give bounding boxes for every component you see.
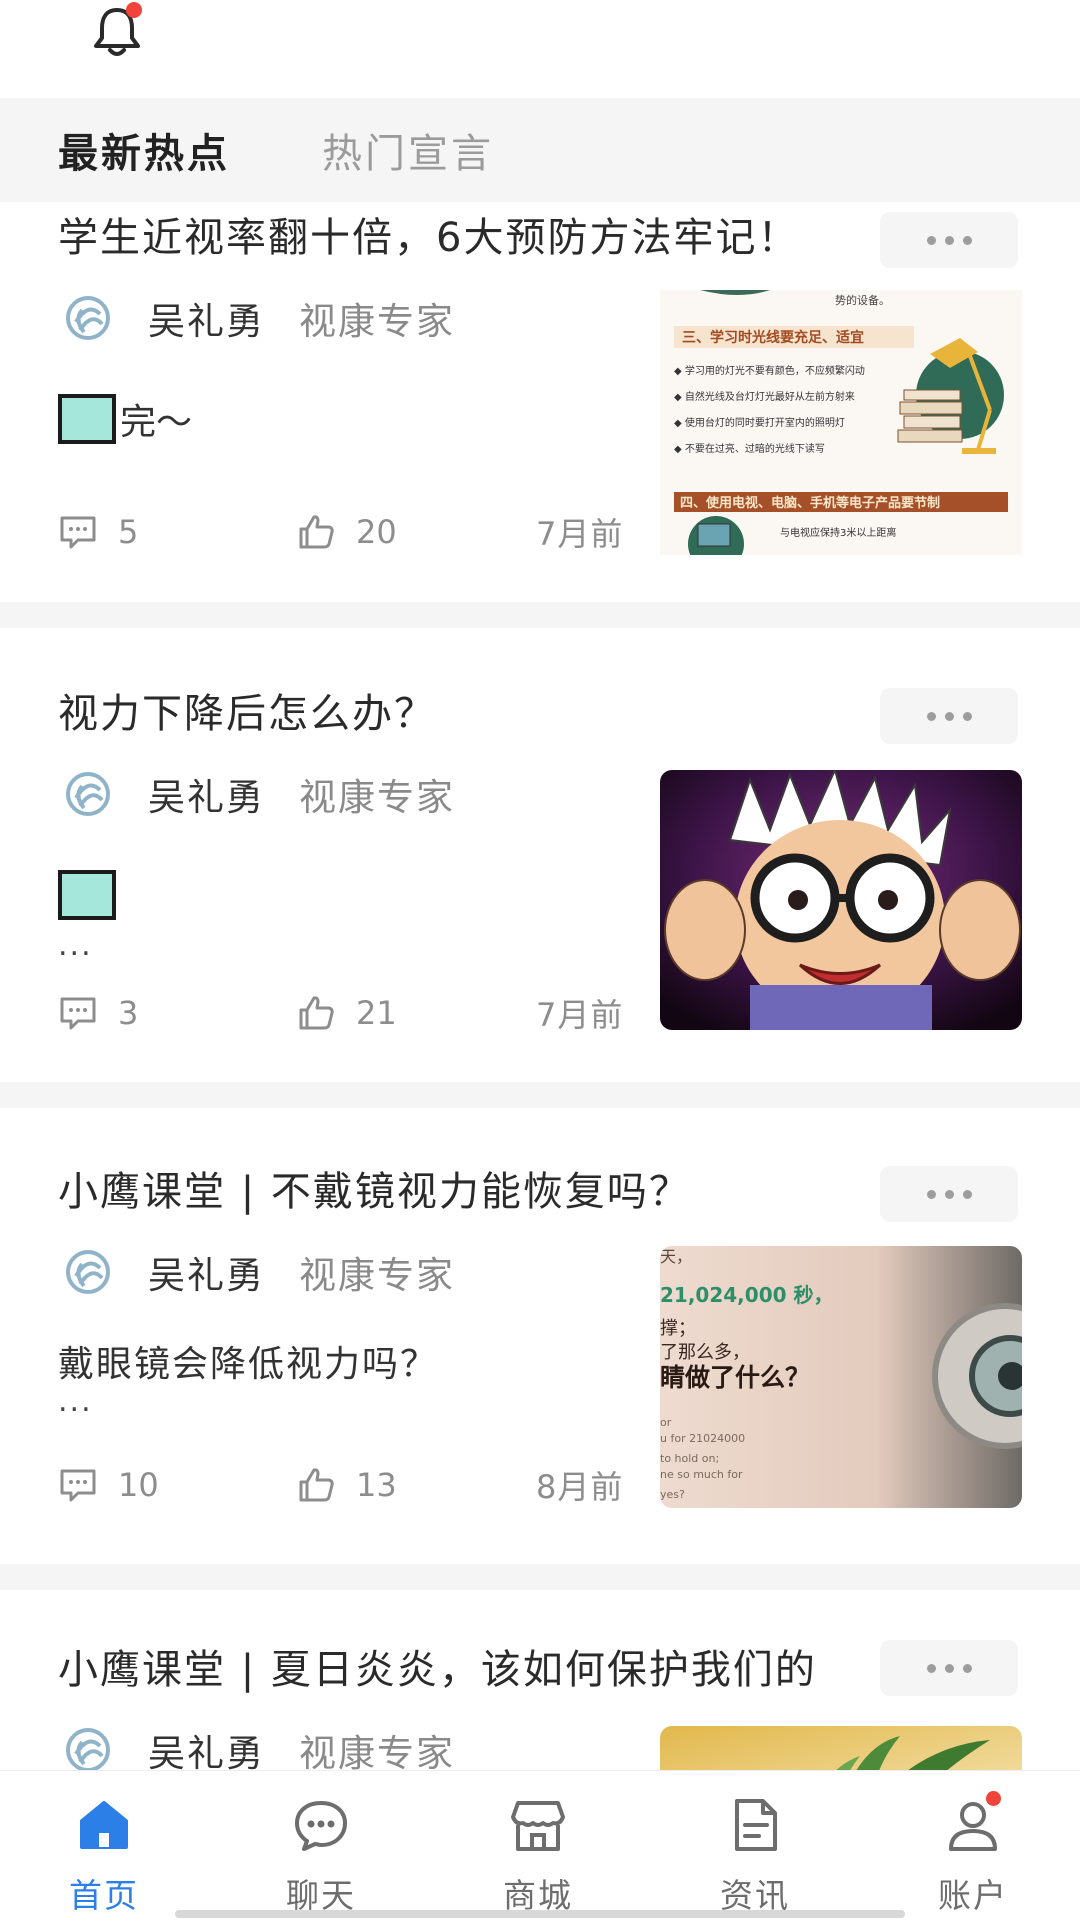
notification-bell-icon[interactable] [86, 0, 148, 62]
comment-count[interactable]: 5 [58, 507, 138, 557]
author-role: 视康专家 [299, 1732, 455, 1770]
excerpt-text: 完～ [120, 402, 193, 443]
account-badge [986, 1791, 1001, 1806]
post-stats: 10 13 8月前 [58, 1460, 638, 1510]
svg-text:or: or [660, 1416, 672, 1429]
svg-text:◆ 自然光线及台灯灯光最好从左前方射来: ◆ 自然光线及台灯灯光最好从左前方射来 [674, 390, 855, 403]
card-separator [0, 602, 1080, 628]
post-card[interactable]: 小鹰课堂 | 不戴镜视力能恢复吗？ 吴礼勇 视康专家 戴眼镜会降低视力吗？ ..… [0, 1108, 1080, 1564]
author-role: 视康专家 [299, 1254, 455, 1297]
notification-badge [126, 2, 142, 18]
card-separator [0, 1082, 1080, 1108]
thumbs-up-icon [299, 996, 334, 1030]
thumbs-up-icon [299, 1468, 334, 1502]
svg-text:◆ 不要在过亮、过暗的光线下读写: ◆ 不要在过亮、过暗的光线下读写 [674, 442, 825, 455]
svg-text:了那么多，: 了那么多， [660, 1342, 750, 1363]
post-thumbnail[interactable] [660, 1726, 1022, 1770]
placeholder-image-square [58, 870, 116, 920]
card-separator [0, 1564, 1080, 1590]
author-row: 吴礼勇 视康专家 [62, 290, 455, 346]
author-avatar-icon [66, 1728, 110, 1770]
svg-text:◆ 使用台灯的同时要打开室内的照明灯: ◆ 使用台灯的同时要打开室内的照明灯 [674, 416, 845, 429]
author-row: 吴礼勇 视康专家 [62, 1244, 455, 1300]
nav-home[interactable]: 首页 [24, 1771, 184, 1920]
author-avatar-icon [66, 772, 110, 816]
author-row: 吴礼勇 视康专家 [62, 766, 455, 822]
author-name[interactable]: 吴礼勇 [148, 1723, 265, 1770]
author-role: 视康专家 [299, 776, 455, 819]
top-bar [0, 0, 1080, 98]
post-thumbnail[interactable]: 势的设备。 三、学习时光线要充足、适宜 ◆ 学习用的灯光不要有颜色，不应频繁闪动… [660, 290, 1022, 555]
post-thumbnail[interactable]: 天， 21,024,000 秒， 撑； 了那么多， 睛做了什么？ or u fo… [660, 1246, 1022, 1508]
more-options-button[interactable] [880, 1166, 1018, 1222]
bottom-navigation: 首页 聊天 商城 资讯 账户 [0, 1770, 1080, 1920]
system-home-indicator[interactable] [175, 1910, 905, 1918]
post-thumbnail[interactable] [660, 770, 1022, 1030]
post-excerpt: 完～ [58, 392, 618, 446]
nav-news[interactable]: 资讯 [675, 1771, 835, 1920]
post-time: 7月前 [536, 996, 624, 1034]
svg-text:三、学习时光线要充足、适宜: 三、学习时光线要充足、适宜 [682, 329, 864, 346]
post-stats: 3 21 7月前 [58, 988, 638, 1038]
more-options-button[interactable] [880, 1640, 1018, 1696]
chat-icon [295, 1801, 347, 1851]
svg-text:ne so much for: ne so much for [660, 1468, 743, 1481]
tab-latest-hot[interactable]: 最新热点 [58, 121, 230, 179]
thumbs-up-icon [299, 515, 334, 549]
author-name[interactable]: 吴礼勇 [148, 1245, 265, 1299]
post-stats: 5 20 7月前 [58, 507, 638, 557]
comment-icon [60, 1469, 96, 1502]
author-row: 吴礼勇 视康专家 [62, 1722, 455, 1770]
excerpt-ellipsis: ... [58, 1384, 93, 1419]
nav-chat[interactable]: 聊天 [241, 1771, 401, 1920]
excerpt-ellipsis: ... [58, 928, 93, 963]
tab-hot-declaration[interactable]: 热门宣言 [322, 121, 494, 179]
post-time: 8月前 [536, 1468, 624, 1506]
nav-store[interactable]: 商城 [458, 1771, 618, 1920]
author-avatar-icon [66, 1250, 110, 1294]
svg-text:u for 21024000: u for 21024000 [660, 1432, 745, 1445]
comment-icon [60, 516, 96, 549]
comment-count[interactable]: 3 [58, 988, 138, 1038]
svg-text:天，: 天， [660, 1247, 692, 1266]
post-time: 7月前 [536, 515, 624, 553]
like-count[interactable]: 20 [296, 507, 397, 557]
post-excerpt [58, 868, 618, 922]
svg-text:◆ 学习用的灯光不要有颜色，不应频繁闪动: ◆ 学习用的灯光不要有颜色，不应频繁闪动 [674, 364, 865, 377]
placeholder-image-square [58, 394, 116, 444]
post-title[interactable]: 视力下降后怎么办？ [58, 684, 888, 744]
post-title[interactable]: 小鹰课堂 | 夏日炎炎，该如何保护我们的 [58, 1640, 878, 1700]
more-options-button[interactable] [880, 688, 1018, 744]
svg-text:睛做了什么？: 睛做了什么？ [660, 1363, 810, 1392]
author-name[interactable]: 吴礼勇 [148, 767, 265, 821]
post-card[interactable]: 学生近视率翻十倍，6大预防方法牢记！ 吴礼勇 视康专家 完～ 5 20 7月前 … [0, 202, 1080, 602]
user-icon-wrapper [943, 1791, 1003, 1855]
post-title[interactable]: 小鹰课堂 | 不戴镜视力能恢复吗？ [58, 1162, 888, 1222]
svg-text:21,024,000 秒，: 21,024,000 秒， [660, 1283, 834, 1307]
svg-text:撑；: 撑； [660, 1318, 696, 1339]
author-name[interactable]: 吴礼勇 [148, 291, 265, 345]
svg-text:to hold on;: to hold on; [660, 1452, 719, 1465]
comment-icon [60, 997, 96, 1030]
feed-tabs: 最新热点 热门宣言 [0, 98, 1080, 202]
nav-account[interactable]: 账户 [893, 1771, 1053, 1920]
post-feed[interactable]: 学生近视率翻十倍，6大预防方法牢记！ 吴礼勇 视康专家 完～ 5 20 7月前 … [0, 202, 1080, 1770]
comment-count[interactable]: 10 [58, 1460, 159, 1510]
svg-text:与电视应保持3米以上距离: 与电视应保持3米以上距离 [780, 526, 896, 539]
svg-text:势的设备。: 势的设备。 [835, 293, 890, 307]
author-role: 视康专家 [299, 300, 455, 343]
post-title[interactable]: 学生近视率翻十倍，6大预防方法牢记！ [58, 208, 888, 268]
like-count[interactable]: 13 [296, 1460, 397, 1510]
more-options-button[interactable] [880, 212, 1018, 268]
author-avatar-icon [66, 296, 110, 340]
post-card[interactable]: 视力下降后怎么办？ 吴礼勇 视康专家 ... 3 21 7月前 [0, 628, 1080, 1082]
post-card[interactable]: 小鹰课堂 | 夏日炎炎，该如何保护我们的 吴礼勇 视康专家 [0, 1590, 1080, 1770]
svg-text:yes?: yes? [660, 1488, 685, 1501]
document-icon [735, 1799, 777, 1851]
svg-text:四、使用电视、电脑、手机等电子产品要节制: 四、使用电视、电脑、手机等电子产品要节制 [680, 495, 940, 511]
post-excerpt: 戴眼镜会降低视力吗？ [58, 1344, 439, 1385]
home-icon [80, 1801, 128, 1849]
like-count[interactable]: 21 [296, 988, 397, 1038]
store-icon [511, 1801, 565, 1851]
